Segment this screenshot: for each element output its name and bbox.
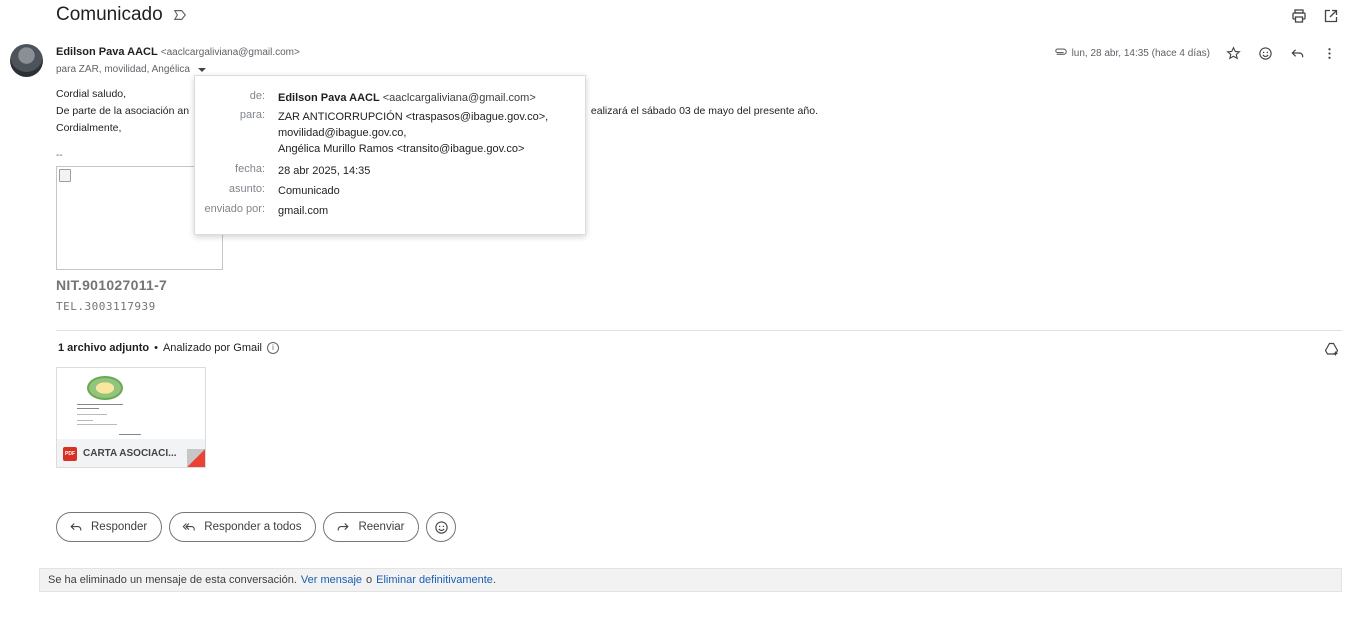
attachments-divider [56, 330, 1342, 331]
deleted-notice-or: o [366, 574, 373, 586]
show-details-dropdown-icon[interactable] [197, 67, 206, 72]
reply-label: Responder [91, 521, 148, 533]
attachment-name: CARTA ASOCIACI... [83, 448, 177, 459]
message-details-popup: de: Edilson Pava AACL <aaclcargaliviana@… [194, 75, 586, 235]
attachment-footer: PDF CARTA ASOCIACI... [57, 439, 205, 467]
body-paragraph-start: De parte de la asociación an [56, 105, 190, 117]
label-important-icon[interactable] [173, 8, 187, 22]
details-from-row: de: Edilson Pava AACL <aaclcargaliviana@… [195, 90, 585, 106]
star-icon[interactable] [1224, 44, 1242, 62]
details-subject-value: Comunicado [278, 185, 340, 197]
details-sent-by-row: enviado por: gmail.com [195, 203, 585, 219]
attachment-thumbnail [57, 368, 205, 439]
details-from-email: <aaclcargaliviana@gmail.com> [382, 92, 536, 104]
reply-all-button[interactable]: Responder a todos [169, 512, 317, 542]
deleted-notice-text: Se ha eliminado un mensaje de esta conve… [48, 574, 297, 586]
attachments-separator: • [154, 342, 158, 354]
sender-line: Edilson Pava AACL <aaclcargaliviana@gmai… [56, 46, 300, 58]
reply-all-icon [182, 523, 196, 531]
sender-avatar[interactable] [10, 44, 43, 77]
details-to-line-1: ZAR ANTICORRUPCIÓN <traspasos@ibague.gov… [278, 111, 549, 123]
details-from-label: de: [249, 90, 265, 102]
sender-name[interactable]: Edilson Pava AACL [56, 46, 158, 58]
details-from-name: Edilson Pava AACL [278, 92, 380, 104]
details-date-value: 28 abr 2025, 14:35 [278, 165, 371, 177]
pdf-icon: PDF [63, 446, 77, 461]
sender-email: <aaclcargaliviana@gmail.com> [160, 47, 300, 58]
details-to-row: para: ZAR ANTICORRUPCIÓN <traspasos@ibag… [195, 109, 585, 157]
reply-icon[interactable] [1288, 44, 1306, 62]
subject-row: Comunicado [56, 4, 187, 26]
deleted-notice-period: . [492, 574, 496, 586]
add-to-drive-icon[interactable] [1323, 340, 1341, 358]
message-date: lun, 28 abr, 14:35 (hace 4 días) [1054, 46, 1210, 60]
message-date-text: lun, 28 abr, 14:35 (hace 4 días) [1071, 47, 1210, 59]
open-in-new-window-icon[interactable] [1322, 7, 1340, 25]
add-reaction-icon[interactable] [1256, 44, 1274, 62]
info-icon[interactable]: i [267, 342, 279, 354]
body-paragraph-end: ealizará el sábado 03 de mayo del presen… [590, 105, 818, 117]
print-icon[interactable] [1290, 7, 1308, 25]
signature-tel: TEL.3003117939 [56, 300, 156, 313]
forward-label: Reenviar [358, 521, 405, 533]
details-to-line-2: movilidad@ibague.gov.co, [278, 127, 407, 139]
emoji-icon [435, 520, 448, 534]
document-logo [87, 376, 123, 400]
details-subject-label: asunto: [228, 183, 265, 195]
attachments-count: 1 archivo adjunto [58, 342, 150, 354]
details-sent-by-value: gmail.com [278, 205, 329, 217]
broken-image-icon [59, 169, 71, 182]
view-message-link[interactable]: Ver mensaje [301, 574, 362, 586]
signature-nit: NIT.901027011-7 [56, 277, 168, 293]
details-subject-row: asunto: Comunicado [195, 183, 585, 199]
delete-forever-link[interactable]: Eliminar definitivamente [376, 574, 493, 586]
forward-icon [338, 523, 350, 531]
recipients-summary: para ZAR, movilidad, Angélica [56, 64, 206, 75]
more-options-icon[interactable] [1320, 44, 1338, 62]
details-date-row: fecha: 28 abr 2025, 14:35 [195, 163, 585, 179]
email-subject: Comunicado [56, 4, 163, 25]
signature-separator: -- [56, 150, 63, 161]
attachments-header: 1 archivo adjunto • Analizado por Gmail i [58, 342, 279, 354]
scanned-by-gmail: Analizado por Gmail [162, 342, 262, 354]
recipients-text: para ZAR, movilidad, Angélica [56, 64, 190, 75]
details-sent-by-label: enviado por: [204, 203, 265, 215]
details-to-label: para: [239, 109, 265, 121]
reply-actions: Responder Responder a todos Reenviar [56, 512, 457, 542]
attachment-card[interactable]: PDF CARTA ASOCIACI... [56, 367, 206, 468]
deleted-message-notice: Se ha eliminado un mensaje de esta conve… [39, 568, 1342, 592]
emoji-reaction-button[interactable] [426, 512, 457, 542]
message-meta: lun, 28 abr, 14:35 (hace 4 días) [1054, 44, 1338, 62]
reply-button[interactable]: Responder [56, 512, 163, 542]
forward-button[interactable]: Reenviar [323, 512, 420, 542]
details-date-label: fecha: [235, 163, 265, 175]
details-to-line-3: Angélica Murillo Ramos <transito@ibague.… [278, 143, 525, 155]
thread-actions [1290, 7, 1340, 25]
reply-all-label: Responder a todos [204, 521, 302, 533]
attachment-clip-icon [1054, 48, 1067, 55]
reply-icon [70, 523, 82, 531]
